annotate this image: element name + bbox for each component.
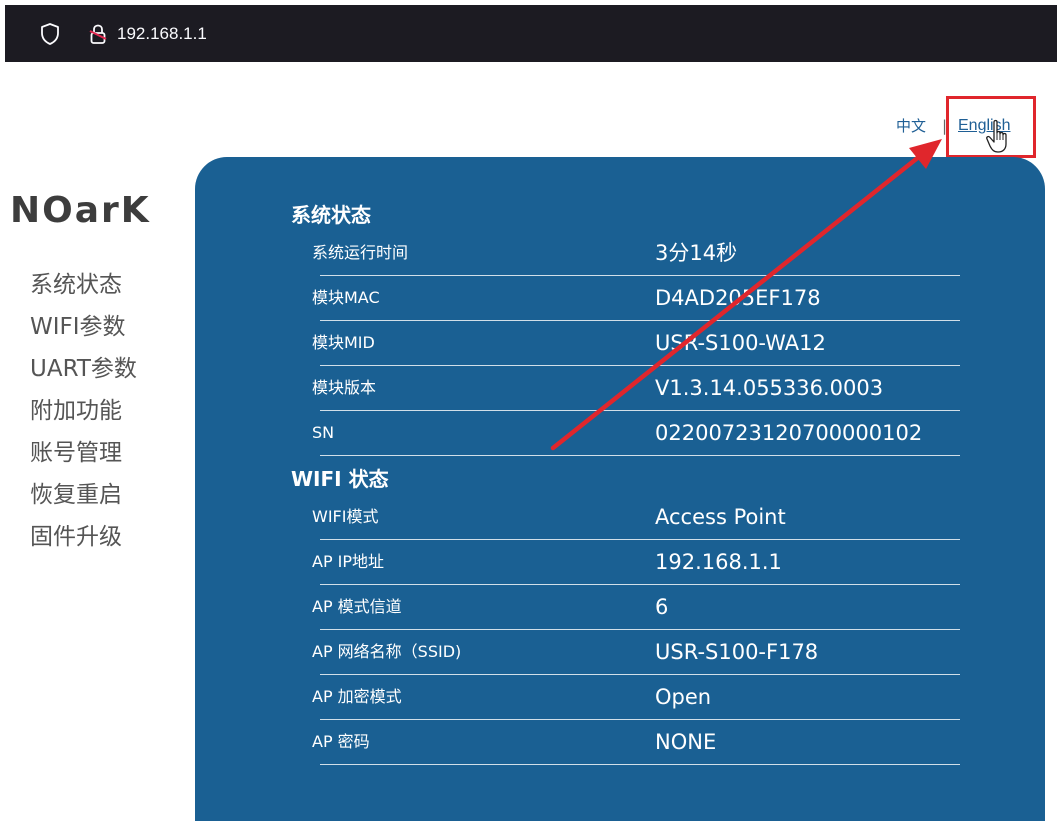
sidebar-item-uart-params[interactable]: UART参数 (30, 348, 137, 390)
table-row: 模块MID USR-S100-WA12 (312, 321, 960, 366)
row-value: 02200723120700000102 (655, 421, 923, 445)
system-status-title: 系统状态 (291, 203, 371, 227)
language-chinese-link[interactable]: 中文 (896, 114, 926, 138)
row-label: 模块版本 (312, 378, 377, 397)
brand-logo: NOarK (10, 190, 151, 231)
table-row: AP 模式信道 6 (312, 585, 960, 630)
row-label: 模块MID (312, 333, 375, 352)
table-row: 系统运行时间 3分14秒 (312, 231, 960, 276)
table-row: AP 网络名称（SSID) USR-S100-F178 (312, 630, 960, 675)
wifi-status-title: WIFI 状态 (291, 467, 389, 491)
row-label: AP IP地址 (312, 552, 385, 571)
row-label: AP 网络名称（SSID) (312, 642, 462, 661)
row-label: 系统运行时间 (312, 243, 409, 262)
url-field[interactable]: 192.168.1.1 (117, 22, 207, 46)
sidebar-item-restore-restart[interactable]: 恢复重启 (30, 474, 137, 516)
table-row: AP IP地址 192.168.1.1 (312, 540, 960, 585)
sidebar-item-wifi-params[interactable]: WIFI参数 (30, 306, 137, 348)
row-value: 192.168.1.1 (655, 550, 782, 574)
sidebar-item-firmware-upgrade[interactable]: 固件升级 (30, 516, 137, 558)
row-label: 模块MAC (312, 288, 380, 307)
row-value: USR-S100-WA12 (655, 331, 826, 355)
row-value: Open (655, 685, 712, 709)
hand-pointer-icon (986, 119, 1007, 153)
table-row: AP 加密模式 Open (312, 675, 960, 720)
row-label: SN (312, 423, 335, 442)
row-value: NONE (655, 730, 717, 754)
table-row: WIFI模式 Access Point (312, 495, 960, 540)
row-value: V1.3.14.055336.0003 (655, 376, 884, 400)
row-value: D4AD205EF178 (655, 286, 821, 310)
insecure-lock-icon[interactable] (87, 22, 109, 46)
sidebar-item-account[interactable]: 账号管理 (30, 432, 137, 474)
row-label: AP 密码 (312, 732, 370, 751)
row-label: AP 加密模式 (312, 687, 402, 706)
shield-icon[interactable] (39, 22, 61, 46)
browser-address-bar: 192.168.1.1 (5, 5, 1057, 62)
row-value: 3分14秒 (655, 241, 738, 265)
row-label: AP 模式信道 (312, 597, 402, 616)
system-status-table: 系统运行时间 3分14秒 模块MAC D4AD205EF178 模块MID US… (312, 231, 960, 456)
sidebar-item-system-status[interactable]: 系统状态 (30, 264, 137, 306)
wifi-status-table: WIFI模式 Access Point AP IP地址 192.168.1.1 … (312, 495, 960, 765)
row-value: 6 (655, 595, 669, 619)
table-row: SN 02200723120700000102 (312, 411, 960, 456)
table-row: AP 密码 NONE (312, 720, 960, 765)
table-row: 模块MAC D4AD205EF178 (312, 276, 960, 321)
row-value: USR-S100-F178 (655, 640, 819, 664)
sidebar-menu: 系统状态 WIFI参数 UART参数 附加功能 账号管理 恢复重启 固件升级 (30, 264, 137, 558)
row-value: Access Point (655, 505, 786, 529)
table-row: 模块版本 V1.3.14.055336.0003 (312, 366, 960, 411)
row-label: WIFI模式 (312, 507, 379, 526)
status-panel: 系统状态 系统运行时间 3分14秒 模块MAC D4AD205EF178 模块M… (195, 157, 1045, 821)
sidebar-item-extra-functions[interactable]: 附加功能 (30, 390, 137, 432)
